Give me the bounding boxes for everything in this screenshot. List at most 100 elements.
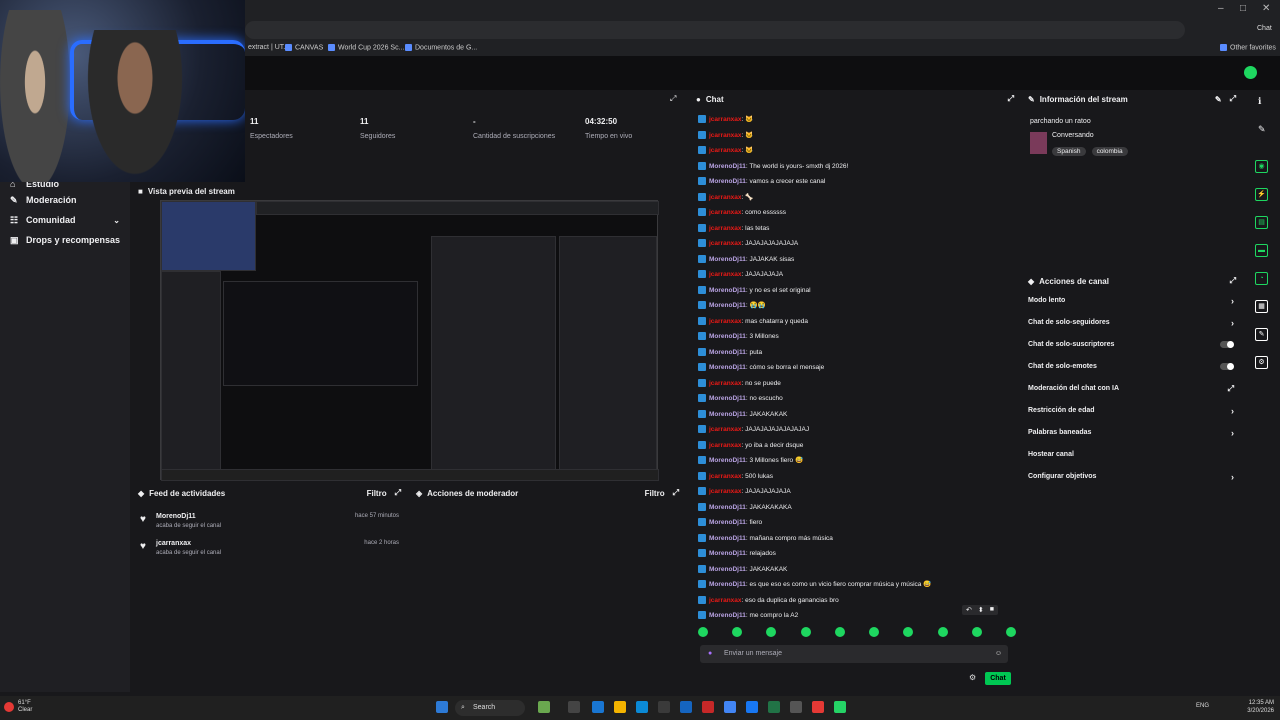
chat-message[interactable]: jcarranxax: 🐱	[698, 128, 1008, 144]
chat-username[interactable]: jcarranxax	[709, 442, 742, 449]
whatsapp-icon[interactable]	[834, 701, 846, 713]
address-bar[interactable]	[245, 21, 1185, 39]
bookmark-3[interactable]: World Cup 2026 Sc...	[328, 44, 404, 51]
quick-action-icon[interactable]: ✎	[1255, 328, 1268, 341]
chat-username[interactable]: MorenoDj11	[709, 504, 746, 511]
quick-action-icon[interactable]: ◉	[1255, 160, 1268, 173]
chat-username[interactable]: MorenoDj11	[709, 550, 746, 557]
emote-picker-icon[interactable]: ☺	[995, 645, 1002, 663]
chat-username[interactable]: MorenoDj11	[709, 287, 746, 294]
chat-message[interactable]: MorenoDj11: mañana compro más música	[698, 531, 1008, 547]
chat-username[interactable]: MorenoDj11	[709, 256, 746, 263]
app-icon[interactable]	[790, 701, 802, 713]
chat-username[interactable]: jcarranxax	[709, 473, 742, 480]
language-indicator[interactable]: ENG	[1196, 703, 1209, 709]
popout-icon[interactable]: ⤢	[1008, 94, 1014, 104]
chat-username[interactable]: MorenoDj11	[709, 612, 746, 619]
undo-icon[interactable]: ↶	[966, 606, 972, 614]
chat-message[interactable]: jcarranxax: las tetas	[698, 221, 1008, 237]
chat-username[interactable]: jcarranxax	[709, 116, 742, 123]
pencil-icon[interactable]: ✎	[1258, 124, 1266, 135]
bookmark-1[interactable]: extract | UT...	[248, 44, 289, 51]
popout-icon[interactable]: ⤢	[1230, 276, 1236, 286]
minimize-button[interactable]: –	[1218, 3, 1224, 14]
chat-message[interactable]: jcarranxax: mas chatarra y queda	[698, 314, 1008, 330]
popout-icon[interactable]: ⤢	[673, 488, 679, 498]
toggle-switch[interactable]	[1220, 341, 1234, 348]
chat-message[interactable]: MorenoDj11: 3 Millones	[698, 329, 1008, 345]
channel-action-item[interactable]: Hostear canal	[1022, 444, 1242, 466]
info-icon[interactable]: ℹ	[1258, 96, 1261, 107]
chat-username[interactable]: MorenoDj11	[709, 302, 746, 309]
windows-start-icon[interactable]	[436, 701, 448, 713]
app-icon[interactable]	[568, 701, 580, 713]
quick-action-icon[interactable]: ▦	[1255, 300, 1268, 313]
chat-message[interactable]: MorenoDj11: JAKAKAKAK	[698, 407, 1008, 423]
nav-item-drops[interactable]: ▣ Drops y recompensas	[0, 230, 130, 250]
chat-send-button[interactable]: Chat	[985, 672, 1011, 685]
channel-action-item[interactable]: Modo lento ›	[1022, 290, 1242, 312]
chat-message[interactable]: MorenoDj11: es que eso es como un vicio …	[698, 577, 1008, 593]
tag[interactable]: Spanish	[1052, 147, 1086, 156]
nav-item-moderacion[interactable]: ✎ Moderación	[0, 190, 130, 210]
chat-message[interactable]: jcarranxax: 500 lukas	[698, 469, 1008, 485]
chat-message[interactable]: MorenoDj11: puta	[698, 345, 1008, 361]
channel-action-item[interactable]: Chat de solo-suscriptores	[1022, 334, 1242, 356]
chat-username[interactable]: jcarranxax	[709, 132, 742, 139]
toggle-switch[interactable]	[1220, 363, 1234, 370]
chat-username[interactable]: jcarranxax	[709, 209, 742, 216]
chat-username[interactable]: jcarranxax	[709, 318, 742, 325]
mod-filter-button[interactable]: Filtro	[645, 489, 665, 498]
chat-message[interactable]: MorenoDj11: JAKAKAKAKA	[698, 500, 1008, 516]
chat-input[interactable]: ● Enviar un mensaje ☺	[700, 645, 1008, 663]
chrome-icon[interactable]	[724, 701, 736, 713]
chat-message[interactable]: jcarranxax: 🦴	[698, 190, 1008, 206]
chat-username[interactable]: MorenoDj11	[709, 581, 746, 588]
chat-message[interactable]: jcarranxax: no se puede	[698, 376, 1008, 392]
chat-message[interactable]: MorenoDj11: JAKAKAKAK	[698, 562, 1008, 578]
emote-icon[interactable]	[800, 627, 811, 637]
chat-username[interactable]: MorenoDj11	[709, 535, 746, 542]
channel-action-item[interactable]: Restricción de edad ›	[1022, 400, 1242, 422]
chat-message[interactable]: MorenoDj11: The world is yours- smxth dj…	[698, 159, 1008, 175]
chat-message[interactable]: MorenoDj11: relajados	[698, 546, 1008, 562]
list-item[interactable]: ♥ MorenoDj11 acaba de seguir el canal ha…	[132, 510, 407, 537]
popout-icon[interactable]: ⤢	[395, 488, 401, 498]
popout-icon[interactable]: ⤢	[670, 94, 676, 104]
app-icon[interactable]	[614, 701, 626, 713]
chat-message[interactable]: MorenoDj11: no escucho	[698, 391, 1008, 407]
excel-icon[interactable]	[768, 701, 780, 713]
chat-message[interactable]: jcarranxax: JAJAJAJAJAJAJA	[698, 236, 1008, 252]
app-icon[interactable]	[538, 701, 550, 713]
gear-icon[interactable]: ⚙	[969, 673, 976, 682]
emote-icon[interactable]	[903, 627, 914, 637]
chat-username[interactable]: MorenoDj11	[709, 395, 746, 402]
chat-username[interactable]: MorenoDj11	[709, 411, 746, 418]
avatar[interactable]	[1244, 66, 1257, 79]
chat-message[interactable]: jcarranxax: JAJAJAJAJAJAJAJAJ	[698, 422, 1008, 438]
chat-username[interactable]: jcarranxax	[709, 240, 742, 247]
chat-message[interactable]: MorenoDj11: fiero	[698, 515, 1008, 531]
chat-message[interactable]: MorenoDj11: cómo se borra el mensaje	[698, 360, 1008, 376]
quick-action-icon[interactable]: ⚡	[1255, 188, 1268, 201]
weather-widget[interactable]: 61°F Clear	[18, 700, 32, 714]
quick-action-icon[interactable]: ⚙	[1255, 356, 1268, 369]
chat-message[interactable]: MorenoDj11: vamos a crecer este canal	[698, 174, 1008, 190]
quick-action-icon[interactable]: ▤	[1255, 216, 1268, 229]
chat-username[interactable]: MorenoDj11	[709, 349, 746, 356]
chat-message[interactable]: MorenoDj11: 3 Millones fiero 😅	[698, 453, 1008, 469]
taskbar-search[interactable]: ⌕ Search	[455, 700, 525, 716]
emote-icon[interactable]	[698, 627, 708, 637]
chat-username[interactable]: jcarranxax	[709, 426, 742, 433]
chat-username[interactable]: MorenoDj11	[709, 178, 746, 185]
chat-username[interactable]: jcarranxax	[709, 380, 742, 387]
chat-username[interactable]: jcarranxax	[709, 194, 742, 201]
chat-message[interactable]: MorenoDj11: y no es el set original	[698, 283, 1008, 299]
chat-message[interactable]: jcarranxax: yo iba a decir dsque	[698, 438, 1008, 454]
chat-username[interactable]: MorenoDj11	[709, 364, 746, 371]
emote-icon[interactable]	[834, 627, 845, 637]
edit-icon[interactable]: ✎	[1215, 95, 1222, 104]
quick-action-icon[interactable]: ◔	[1255, 272, 1268, 285]
nav-item-comunidad[interactable]: ☷ Comunidad ⌄	[0, 210, 130, 230]
quick-action-icon[interactable]: ▬	[1255, 244, 1268, 257]
